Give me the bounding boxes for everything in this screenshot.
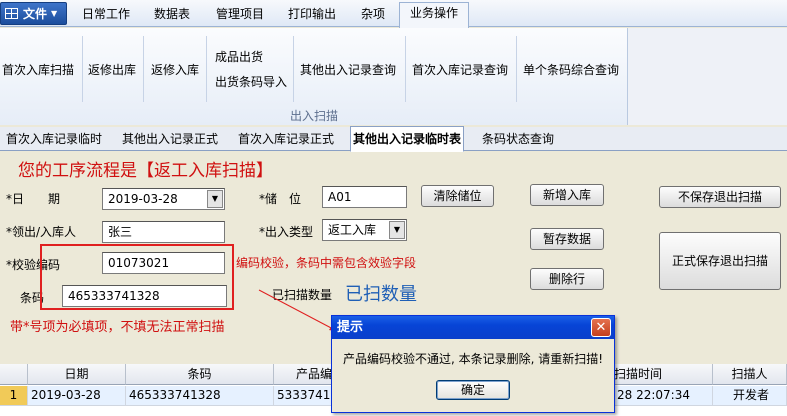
- ribbon-separator: [206, 36, 207, 102]
- chevron-down-icon[interactable]: ▼: [389, 221, 405, 239]
- shipment-barcode-import-button[interactable]: 出货条码导入: [215, 73, 287, 90]
- ribbon-group-label: 出入扫描: [289, 109, 338, 123]
- person-label: *领出/入库人: [6, 225, 77, 239]
- menu-tab-daily-work[interactable]: 日常工作: [72, 4, 140, 27]
- date-label: *日 期: [6, 192, 61, 206]
- ribbon-separator: [143, 36, 144, 102]
- annotation-highlight-box: [40, 244, 234, 310]
- ok-button[interactable]: 确定: [436, 380, 510, 400]
- workflow-title: 您的工序流程是【返工入库扫描】: [18, 161, 273, 181]
- tab-first-inbound-temp[interactable]: 首次入库记录临时: [4, 127, 104, 151]
- storage-input[interactable]: A01: [322, 186, 407, 208]
- inout-type-value: 返工入库: [328, 223, 377, 237]
- menu-tab-misc[interactable]: 杂项: [350, 4, 396, 27]
- close-icon[interactable]: ✕: [591, 318, 611, 337]
- tab-other-inout-temp-table[interactable]: 其他出入记录临时表: [350, 126, 465, 152]
- ribbon-separator: [516, 36, 517, 102]
- cell-barcode[interactable]: 465333741328: [126, 386, 274, 406]
- finished-goods-shipment-button[interactable]: 成品出货: [215, 48, 263, 65]
- cell-scan-time[interactable]: 28 22:07:34: [614, 386, 713, 406]
- ribbon-empty-area: [628, 28, 787, 125]
- chevron-down-icon: ▼: [51, 9, 58, 18]
- repair-outbound-button[interactable]: 返修出库: [88, 61, 136, 78]
- exit-without-save-button[interactable]: 不保存退出扫描: [659, 186, 781, 208]
- ribbon-panel: 首次入库扫描 返修出库 返修入库 成品出货 出货条码导入 其他出入记录查询 首次…: [0, 28, 628, 125]
- save-temp-button[interactable]: 暂存数据: [530, 228, 604, 250]
- required-annotation-text: 带*号项为必填项，不填无法正常扫描: [10, 320, 225, 335]
- dialog-message: 产品编码校验不通过, 本条记录删除, 请重新扫描!: [342, 352, 604, 366]
- cell-scanner[interactable]: 开发者: [713, 386, 787, 406]
- menu-tab-manage-items[interactable]: 管理项目: [204, 4, 276, 27]
- ribbon-separator: [405, 36, 406, 102]
- dialog-title: 提示: [332, 316, 614, 339]
- menu-tab-data-table[interactable]: 数据表: [142, 4, 202, 27]
- save-and-exit-button[interactable]: 正式保存退出扫描: [659, 232, 781, 290]
- date-field[interactable]: 2019-03-28 ▼: [102, 188, 225, 210]
- menu-tab-business-ops[interactable]: 业务操作: [399, 2, 469, 28]
- other-inout-query-button[interactable]: 其他出入记录查询: [300, 61, 396, 78]
- tab-other-inout-official[interactable]: 其他出入记录正式: [120, 127, 220, 151]
- verify-annotation-text: 编码校验，条码中需包含效验字段: [236, 256, 417, 270]
- ribbon-separator: [293, 36, 294, 102]
- ribbon-separator: [82, 36, 83, 102]
- grid-corner: [0, 364, 28, 385]
- row-number[interactable]: 1: [0, 386, 28, 406]
- menu-tab-print-output[interactable]: 打印输出: [278, 4, 346, 27]
- date-value: 2019-03-28: [108, 192, 178, 206]
- barcode-comprehensive-query-button[interactable]: 单个条码综合查询: [523, 61, 619, 78]
- delete-row-button[interactable]: 删除行: [530, 268, 604, 290]
- column-header-date[interactable]: 日期: [28, 364, 126, 385]
- sub-tab-bar: 首次入库记录临时 其他出入记录正式 首次入库记录正式 其他出入记录临时表 条码状…: [0, 126, 787, 152]
- tab-first-inbound-official[interactable]: 首次入库记录正式: [236, 127, 336, 151]
- tab-barcode-status-query[interactable]: 条码状态查询: [480, 127, 556, 151]
- scanned-count-value: 已扫数量: [345, 284, 417, 305]
- clear-storage-button[interactable]: 清除储位: [421, 185, 494, 207]
- first-inbound-scan-button[interactable]: 首次入库扫描: [2, 61, 74, 78]
- storage-label: *储 位: [259, 192, 302, 206]
- file-menu-label: 文件: [23, 7, 48, 21]
- grid-icon: [5, 8, 18, 19]
- inout-type-label: *出入类型: [259, 225, 314, 239]
- new-inbound-button[interactable]: 新增入库: [530, 184, 604, 206]
- chevron-down-icon[interactable]: ▼: [207, 190, 223, 208]
- first-inbound-query-button[interactable]: 首次入库记录查询: [412, 61, 508, 78]
- column-header-scanner[interactable]: 扫描人: [713, 364, 787, 385]
- column-header-scan-time[interactable]: 扫描时间: [614, 364, 713, 385]
- person-input[interactable]: 张三: [102, 221, 225, 243]
- column-header-barcode[interactable]: 条码: [126, 364, 274, 385]
- inout-type-select[interactable]: 返工入库 ▼: [322, 219, 407, 241]
- menu-bar: 文件 ▼ 日常工作 数据表 管理项目 打印输出 杂项 业务操作: [0, 0, 787, 28]
- file-menu-button[interactable]: 文件 ▼: [0, 2, 67, 25]
- cell-date[interactable]: 2019-03-28: [28, 386, 126, 406]
- repair-inbound-button[interactable]: 返修入库: [151, 61, 199, 78]
- alert-dialog: 提示 ✕ 产品编码校验不通过, 本条记录删除, 请重新扫描! 确定: [331, 315, 615, 413]
